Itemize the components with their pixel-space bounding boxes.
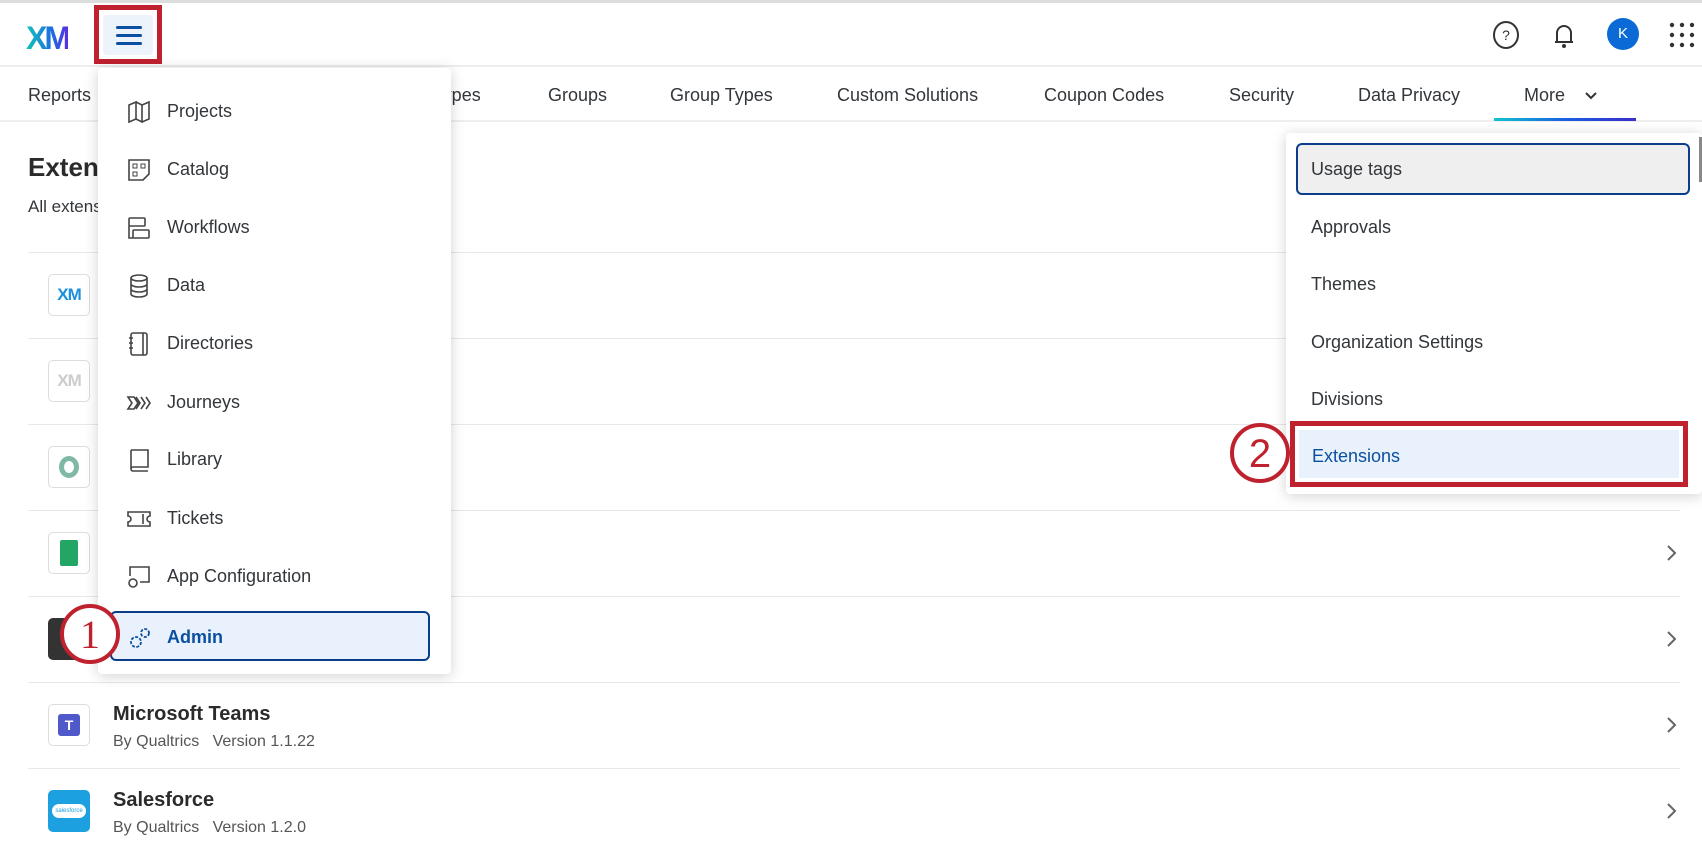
avatar[interactable]: K [1607,18,1639,50]
tab-more-label: More [1524,85,1566,105]
xm-logo[interactable]: XM [26,20,71,57]
menu-item-data[interactable]: Data [98,261,451,311]
menu-item-catalog[interactable]: Catalog [98,145,451,195]
apps-grid-icon[interactable] [1667,20,1697,50]
ring-icon [48,446,90,488]
xm-icon: XM [48,274,90,316]
menu-item-approvals[interactable]: Approvals [1311,217,1391,238]
chevron-right-icon [1667,717,1677,733]
help-icon[interactable]: ? [1491,20,1521,50]
catalog-icon [128,159,150,181]
list-item[interactable]: T Microsoft Teams By Qualtrics Version 1.1… [28,682,1680,768]
active-tab-indicator [1494,118,1636,121]
header [0,3,1702,67]
menu-item-workflows[interactable]: Workflows [98,203,451,253]
teams-icon: T [48,704,90,746]
chevron-right-icon [1667,631,1677,647]
menu-item-usage-tags[interactable]: Usage tags [1296,143,1690,195]
tab-reports[interactable]: Reports [28,85,91,106]
gears-icon [130,628,150,648]
app-configuration-icon [128,566,150,588]
menu-item-extensions[interactable]: Extensions [1290,421,1688,487]
menu-item-themes[interactable]: Themes [1311,274,1376,295]
bell-icon[interactable] [1549,20,1579,50]
google-sheets-icon [48,532,90,574]
menu-item-projects[interactable]: Projects [98,87,451,137]
library-icon [130,449,149,472]
menu-item-admin[interactable]: Admin [110,611,430,661]
navigation-menu: Projects Catalog Workflows Data Director… [98,68,451,674]
database-icon [130,274,148,298]
list-item[interactable]: salesforce Salesforce By Qualtrics Version… [28,768,1680,854]
workflows-icon [128,217,150,239]
menu-item-organization-settings[interactable]: Organization Settings [1311,332,1483,353]
xm-gray-icon: XM [48,360,90,402]
svg-text:?: ? [1502,27,1510,43]
tab-more[interactable]: More [1524,85,1598,106]
chevron-right-icon [1667,803,1677,819]
tab-data-privacy[interactable]: Data Privacy [1358,85,1460,106]
menu-item-app-configuration[interactable]: App Configuration [98,552,451,602]
chevron-down-icon [1585,92,1597,100]
step-2-annotation: 2 [1230,423,1290,483]
tab-group-types[interactable]: Group Types [670,85,773,106]
menu-item-divisions[interactable]: Divisions [1311,389,1383,410]
tab-security[interactable]: Security [1229,85,1294,106]
tab-groups[interactable]: Groups [548,85,607,106]
tab-custom-solutions[interactable]: Custom Solutions [837,85,978,106]
ticket-icon [127,511,151,527]
salesforce-icon: salesforce [48,790,90,832]
projects-icon [128,100,150,124]
directories-icon [129,332,148,356]
tab-coupon-codes[interactable]: Coupon Codes [1044,85,1164,106]
more-dropdown-menu: Usage tags Approvals Themes Organization… [1286,133,1702,494]
chevron-right-icon [1667,545,1677,561]
menu-item-tickets[interactable]: Tickets [98,494,451,544]
menu-item-library[interactable]: Library [98,435,451,485]
journeys-icon [126,396,151,410]
menu-item-directories[interactable]: Directories [98,319,451,369]
menu-item-journeys[interactable]: Journeys [98,378,451,428]
hamburger-menu-button[interactable] [94,5,162,64]
step-1-annotation: 1 [60,604,120,664]
